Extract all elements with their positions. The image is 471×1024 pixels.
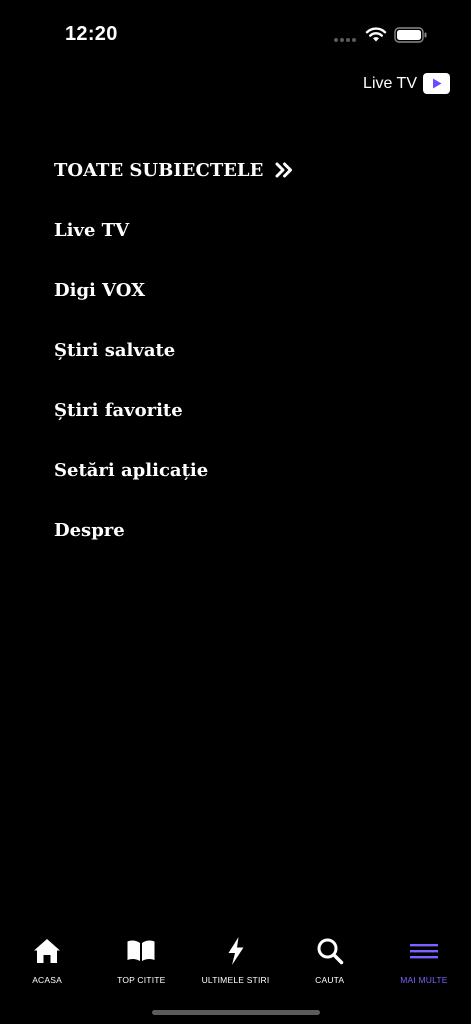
menu-item-label: Știri favorite [54,399,183,421]
more-menu: TOATE SUBIECTELE Live TV Digi VOX Știri … [54,140,434,560]
menu-item-label: Setări aplicație [54,459,209,481]
tab-acasa[interactable]: ACASA [0,936,94,996]
home-icon [34,939,61,963]
menu-item-label: Digi VOX [54,279,146,301]
menu-item-label: Live TV [54,219,130,241]
double-chevron-right-icon [275,162,293,178]
bottom-tab-bar: ACASA TOP CITITE ULTIMELE STIRI CAUTA MA… [0,936,471,996]
tab-ultimele-stiri[interactable]: ULTIMELE STIRI [188,936,282,996]
status-time: 12:20 [65,23,118,45]
live-tv-header-label: Live TV [363,74,417,92]
tab-cauta[interactable]: CAUTA [283,936,377,996]
battery-icon [394,27,427,43]
menu-item-digi-vox[interactable]: Digi VOX [54,260,434,320]
tab-label: MAI MULTE [400,975,448,985]
tab-top-citite[interactable]: TOP CITITE [94,936,188,996]
lightning-icon [228,937,243,965]
tab-label: TOP CITITE [117,975,166,985]
menu-item-favorite-news[interactable]: Știri favorite [54,380,434,440]
wifi-icon [365,27,387,42]
tab-label: CAUTA [315,975,345,985]
menu-item-label: TOATE SUBIECTELE [54,159,264,181]
search-icon [317,938,343,965]
menu-item-app-settings[interactable]: Setări aplicație [54,440,434,500]
menu-item-live-tv[interactable]: Live TV [54,200,434,260]
home-indicator[interactable] [152,1010,320,1015]
book-icon [127,940,155,961]
tab-label: ULTIMELE STIRI [201,975,270,985]
menu-item-label: Știri salvate [54,339,176,361]
tab-mai-multe[interactable]: MAI MULTE [377,936,471,996]
tab-label: ACASA [32,975,63,985]
menu-item-saved-news[interactable]: Știri salvate [54,320,434,380]
live-tv-header-button[interactable]: Live TV [363,73,450,94]
menu-icon [409,944,438,959]
play-icon [423,73,450,94]
status-bar: 12:20 [0,0,471,70]
menu-item-label: Despre [54,519,125,541]
cellular-signal-icon [334,38,356,42]
menu-item-about[interactable]: Despre [54,500,434,560]
menu-item-all-subjects[interactable]: TOATE SUBIECTELE [54,140,434,200]
